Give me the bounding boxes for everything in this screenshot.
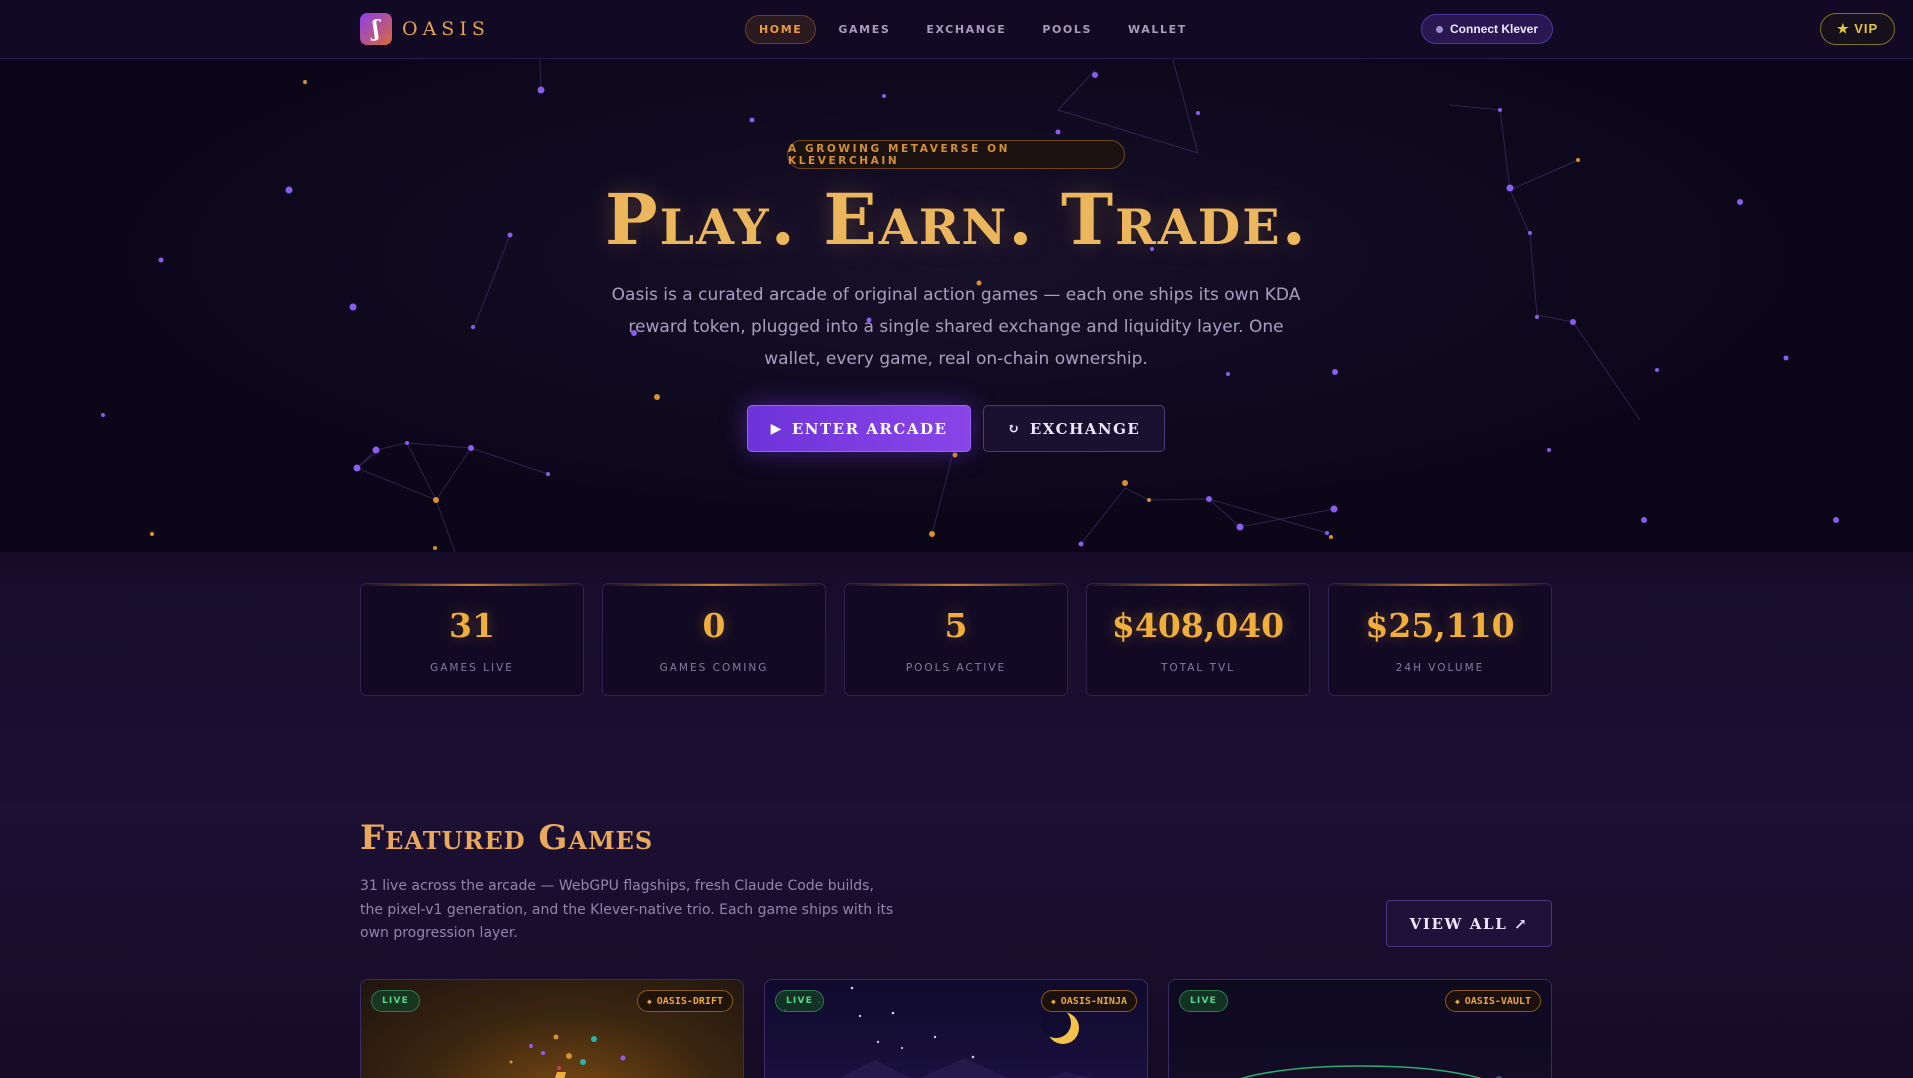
brand-name: OASIS [402, 18, 490, 40]
nav-link-games[interactable]: GAMES [824, 15, 904, 44]
token-name: OASIS-VAULT [1464, 995, 1531, 1007]
stat-card-games-live: 31 GAMES LIVE [360, 583, 584, 696]
stat-value: 0 [702, 606, 726, 645]
enter-arcade-button[interactable]: ▶ ENTER ARCADE [747, 405, 971, 452]
token-badge: ◆ OASIS-NINJA [1040, 990, 1137, 1012]
stat-value: 5 [944, 606, 968, 645]
view-all-button[interactable]: VIEW ALL ↗ [1386, 900, 1552, 947]
enter-arcade-label: ENTER ARCADE [791, 419, 948, 438]
nav-link-pools[interactable]: POOLS [1028, 15, 1106, 44]
hero-eyebrow-badge: A GROWING METAVERSE ON KLEVERCHAIN [787, 140, 1125, 169]
stat-label: POOLS ACTIVE [905, 662, 1007, 674]
stat-card-24h-volume: $25,110 24H VOLUME [1328, 583, 1552, 696]
stat-label: 24H VOLUME [1395, 662, 1485, 674]
token-badge: ◆ OASIS-VAULT [1444, 990, 1541, 1012]
stat-value: $25,110 [1365, 606, 1515, 645]
token-badge: ◆ OASIS-DRIFT [636, 990, 733, 1012]
featured-games-description: 31 live across the arcade — WebGPU flags… [360, 878, 894, 941]
stat-label: GAMES COMING [659, 662, 769, 674]
stat-value: 31 [449, 606, 495, 645]
token-name: OASIS-NINJA [1060, 995, 1127, 1007]
vip-button[interactable]: ★ VIP [1820, 13, 1896, 45]
stat-label: TOTAL TVL [1160, 662, 1236, 674]
live-badge: LIVE [1179, 990, 1228, 1012]
stat-card-total-tvl: $408,040 TOTAL TVL [1086, 583, 1310, 696]
top-nav: ʃ OASIS HOME GAMES EXCHANGE POOLS WALLET… [0, 0, 1913, 59]
nav-link-exchange[interactable]: EXCHANGE [912, 15, 1020, 44]
token-diamond-icon: ◆ [646, 996, 652, 1006]
stat-label: GAMES LIVE [430, 662, 514, 674]
hero-title: Play. Earn. Trade. [604, 178, 1309, 261]
token-name: OASIS-DRIFT [656, 995, 723, 1007]
stat-card-pools-active: 5 POOLS ACTIVE [844, 583, 1068, 696]
game-card-drift[interactable]: LIVE ◆ OASIS-DRIFT [360, 979, 744, 1078]
logo-icon: ʃ [360, 13, 392, 45]
game-card-ninja[interactable]: LIVE ◆ OASIS-NINJA [764, 979, 1148, 1078]
connect-wallet-button[interactable]: Connect Klever [1421, 14, 1554, 44]
exchange-button[interactable]: ↻ EXCHANGE [983, 405, 1165, 452]
play-icon: ▶ [770, 420, 783, 437]
nav-link-home[interactable]: HOME [745, 15, 817, 44]
hero-description: Oasis is a curated arcade of original ac… [611, 285, 1301, 369]
brand-logo[interactable]: ʃ OASIS [360, 13, 490, 45]
token-diamond-icon: ◆ [1050, 996, 1056, 1006]
game-card-vault[interactable]: LIVE ◆ OASIS-VAULT [1168, 979, 1552, 1078]
hero-section: A GROWING METAVERSE ON KLEVERCHAIN Play.… [0, 60, 1913, 552]
exchange-label: EXCHANGE [1029, 419, 1141, 438]
token-diamond-icon: ◆ [1454, 996, 1460, 1006]
live-badge: LIVE [775, 990, 824, 1012]
status-dot-icon [1436, 25, 1443, 33]
connect-label: Connect Klever [1450, 22, 1539, 36]
nav-links: HOME GAMES EXCHANGE POOLS WALLET [745, 15, 1209, 44]
live-badge: LIVE [371, 990, 420, 1012]
swap-icon: ↻ [1007, 420, 1021, 437]
nav-link-wallet[interactable]: WALLET [1114, 15, 1201, 44]
stat-card-games-coming: 0 GAMES COMING [602, 583, 826, 696]
stat-value: $408,040 [1111, 606, 1285, 645]
featured-games-title: Featured Games [360, 818, 654, 858]
